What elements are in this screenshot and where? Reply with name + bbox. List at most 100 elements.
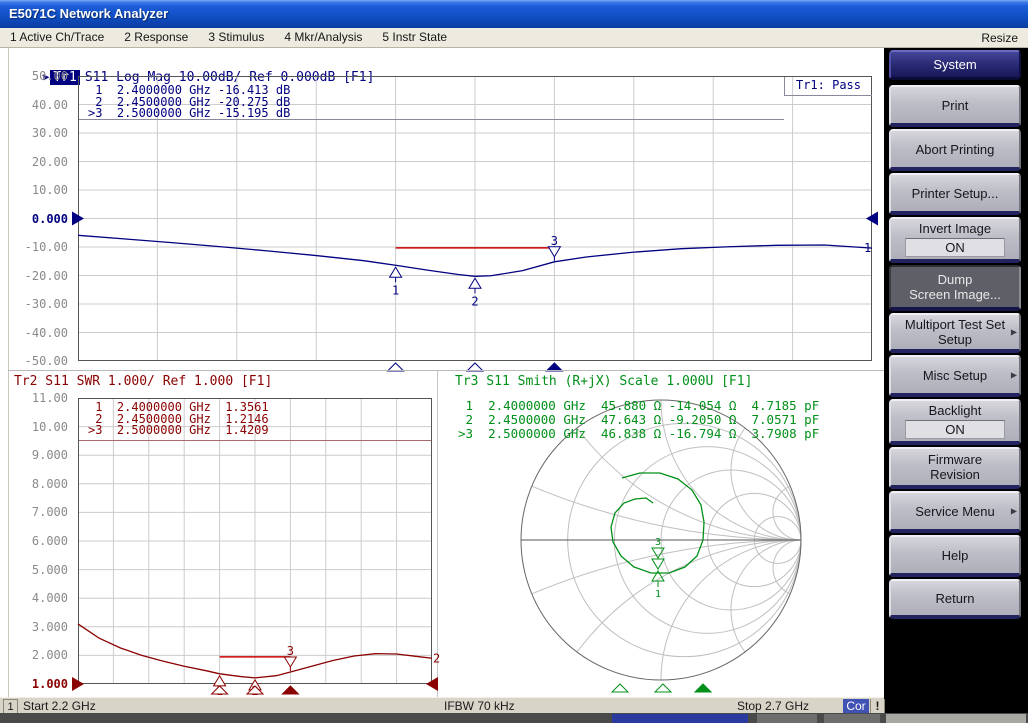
submenu-arrow-icon: ▶	[1011, 504, 1017, 519]
y-axis-tick-label: -50.00	[25, 354, 68, 368]
channel-number-badge: 1	[3, 699, 18, 714]
marker-readout-row: >3 2.5000000 GHz 1.4209	[88, 425, 269, 437]
svg-text:3: 3	[551, 234, 558, 248]
alert-indicator: !	[870, 699, 885, 713]
softkey-state-value: ON	[905, 238, 1005, 257]
trace2-marker-table-border	[79, 440, 431, 441]
softkey-label: Backlight	[929, 403, 982, 418]
svg-text:3: 3	[287, 644, 294, 658]
softkey-service-menu[interactable]: Service Menu ▶	[889, 491, 1021, 533]
softkey-misc-setup[interactable]: Misc Setup ▶	[889, 355, 1021, 397]
marker-readout-row: 2 2.4500000 GHz 47.643 Ω -9.2050 Ω 7.057…	[458, 413, 819, 427]
y-axis-tick-label: -10.00	[25, 240, 68, 254]
submenu-arrow-icon: ▶	[1011, 368, 1017, 383]
svg-text:1: 1	[655, 589, 661, 600]
y-axis-tick-label: -20.00	[25, 269, 68, 283]
panel-divider-vertical	[437, 370, 438, 697]
y-axis-tick-label: 7.000	[32, 505, 68, 519]
softkey-system[interactable]: System	[889, 50, 1021, 80]
y-axis-tick-label: 8.000	[32, 477, 68, 491]
trace1-marker-table: 1 2.4000000 GHz -16.413 dB 2 2.4500000 G…	[88, 85, 290, 120]
y-axis-tick-label: 3.000	[32, 620, 68, 634]
softkey-dump-screen-image[interactable]: Dump Screen Image...	[889, 265, 1021, 311]
softkey-return[interactable]: Return	[889, 579, 1021, 619]
ifbw-label: IFBW 70 kHz	[444, 699, 515, 713]
instrument-status-strip	[0, 713, 1028, 723]
trace2-title[interactable]: Tr2 S11 SWR 1.000/ Ref 1.000 [F1]	[14, 374, 272, 389]
screen-left-rule	[8, 48, 9, 697]
e5071c-screen: { "titlebar": { "title": "E5071C Network…	[0, 0, 1028, 723]
softkey-label: System	[933, 57, 976, 72]
softkey-print[interactable]: Print	[889, 85, 1021, 127]
softkey-firmware-revision[interactable]: Firmware Revision	[889, 447, 1021, 489]
softkey-backlight[interactable]: Backlight ON	[889, 399, 1021, 445]
menu-resize[interactable]: Resize	[981, 31, 1028, 45]
y-axis-tick-label: -40.00	[25, 326, 68, 340]
status-strip-segment	[757, 714, 817, 723]
measurement-screen: ▶Tr1S11 Log Mag 10.00dB/ Ref 0.000dB [F1…	[0, 48, 884, 697]
softkey-label: Invert Image	[919, 221, 991, 236]
marker-readout-row: 1 2.4000000 GHz 45.880 Ω -14.054 Ω 4.718…	[458, 399, 819, 413]
y-axis-tick-label: 0.000	[32, 212, 68, 226]
softkey-multiport-test-set-setup[interactable]: Multiport Test Set Setup ▶	[889, 313, 1021, 353]
trace1-marker-table-border	[79, 119, 784, 120]
softkey-label: Abort Printing	[916, 142, 995, 157]
y-axis-tick-label: 1.000	[32, 677, 68, 691]
menu-response[interactable]: 2 Response	[114, 28, 198, 47]
status-strip-segment	[886, 714, 1026, 723]
trace3-title[interactable]: Tr3 S11 Smith (R+jX) Scale 1.000U [F1]	[455, 374, 752, 389]
softkey-label: Misc Setup	[923, 368, 987, 383]
y-axis-tick-label: 50.00	[32, 69, 68, 83]
panel-divider-horizontal	[8, 370, 884, 371]
stop-frequency-label: Stop 2.7 GHz	[737, 699, 809, 713]
menu-mkr-analysis[interactable]: 4 Mkr/Analysis	[274, 28, 372, 47]
y-axis-tick-label: 30.00	[32, 126, 68, 140]
trace1-limit-test-result: Tr1: Pass	[784, 77, 872, 96]
y-axis-tick-label: 6.000	[32, 534, 68, 548]
y-axis-tick-label: 20.00	[32, 155, 68, 169]
softkey-label: Help	[942, 548, 969, 563]
trace3-marker-table: 1 2.4000000 GHz 45.880 Ω -14.054 Ω 4.718…	[458, 399, 819, 441]
menu-stimulus[interactable]: 3 Stimulus	[198, 28, 274, 47]
y-axis-tick-label: 40.00	[32, 98, 68, 112]
svg-text:2: 2	[471, 294, 478, 308]
y-axis-tick-label: -30.00	[25, 297, 68, 311]
y-axis-tick-label: 4.000	[32, 591, 68, 605]
softkey-abort-printing[interactable]: Abort Printing	[889, 129, 1021, 171]
menu-instr-state[interactable]: 5 Instr State	[372, 28, 457, 47]
y-axis-tick-label: 10.00	[32, 183, 68, 197]
window-title-bar: E5071C Network Analyzer	[0, 0, 1028, 28]
svg-text:1: 1	[392, 283, 399, 297]
y-axis-tick-label: 9.000	[32, 448, 68, 462]
trace2-marker-table: 1 2.4000000 GHz 1.3561 2 2.4500000 GHz 1…	[88, 402, 269, 437]
softkey-label: Return	[935, 591, 974, 606]
svg-text:1: 1	[864, 241, 871, 255]
status-bar: 1 Start 2.2 GHz IFBW 70 kHz Stop 2.7 GHz…	[0, 697, 884, 713]
softkey-invert-image[interactable]: Invert Image ON	[889, 217, 1021, 263]
svg-text:3: 3	[655, 537, 661, 548]
marker-readout-row: >3 2.5000000 GHz 46.838 Ω -16.794 Ω 3.79…	[458, 427, 819, 441]
status-strip-segment	[824, 714, 880, 723]
menu-active-ch-trace[interactable]: 1 Active Ch/Trace	[0, 28, 114, 47]
window-title: E5071C Network Analyzer	[9, 6, 168, 21]
submenu-arrow-icon: ▶	[1011, 325, 1017, 340]
y-axis-tick-label: 2.000	[32, 648, 68, 662]
marker-readout-row: >3 2.5000000 GHz -15.195 dB	[88, 108, 290, 120]
softkey-label: Print	[942, 98, 969, 113]
softkey-sidebar: System Print Abort Printing Printer Setup..…	[884, 48, 1028, 713]
softkey-label: Dump Screen Image...	[909, 272, 1001, 302]
softkey-printer-setup[interactable]: Printer Setup...	[889, 173, 1021, 215]
menu-bar: 1 Active Ch/Trace 2 Response 3 Stimulus …	[0, 28, 1028, 48]
correction-status-badge: Cor	[843, 699, 869, 713]
softkey-label: Printer Setup...	[912, 186, 999, 201]
softkey-state-value: ON	[905, 420, 1005, 439]
y-axis-tick-label: 5.000	[32, 563, 68, 577]
softkey-help[interactable]: Help	[889, 535, 1021, 577]
y-axis-tick-label: 11.00	[32, 391, 68, 405]
status-strip-segment	[612, 714, 748, 723]
y-axis-tick-label: 10.00	[32, 420, 68, 434]
softkey-label: Multiport Test Set Setup	[905, 317, 1005, 347]
start-frequency-label: Start 2.2 GHz	[23, 699, 96, 713]
softkey-label: Service Menu	[915, 504, 994, 519]
softkey-label: Firmware Revision	[928, 452, 982, 482]
